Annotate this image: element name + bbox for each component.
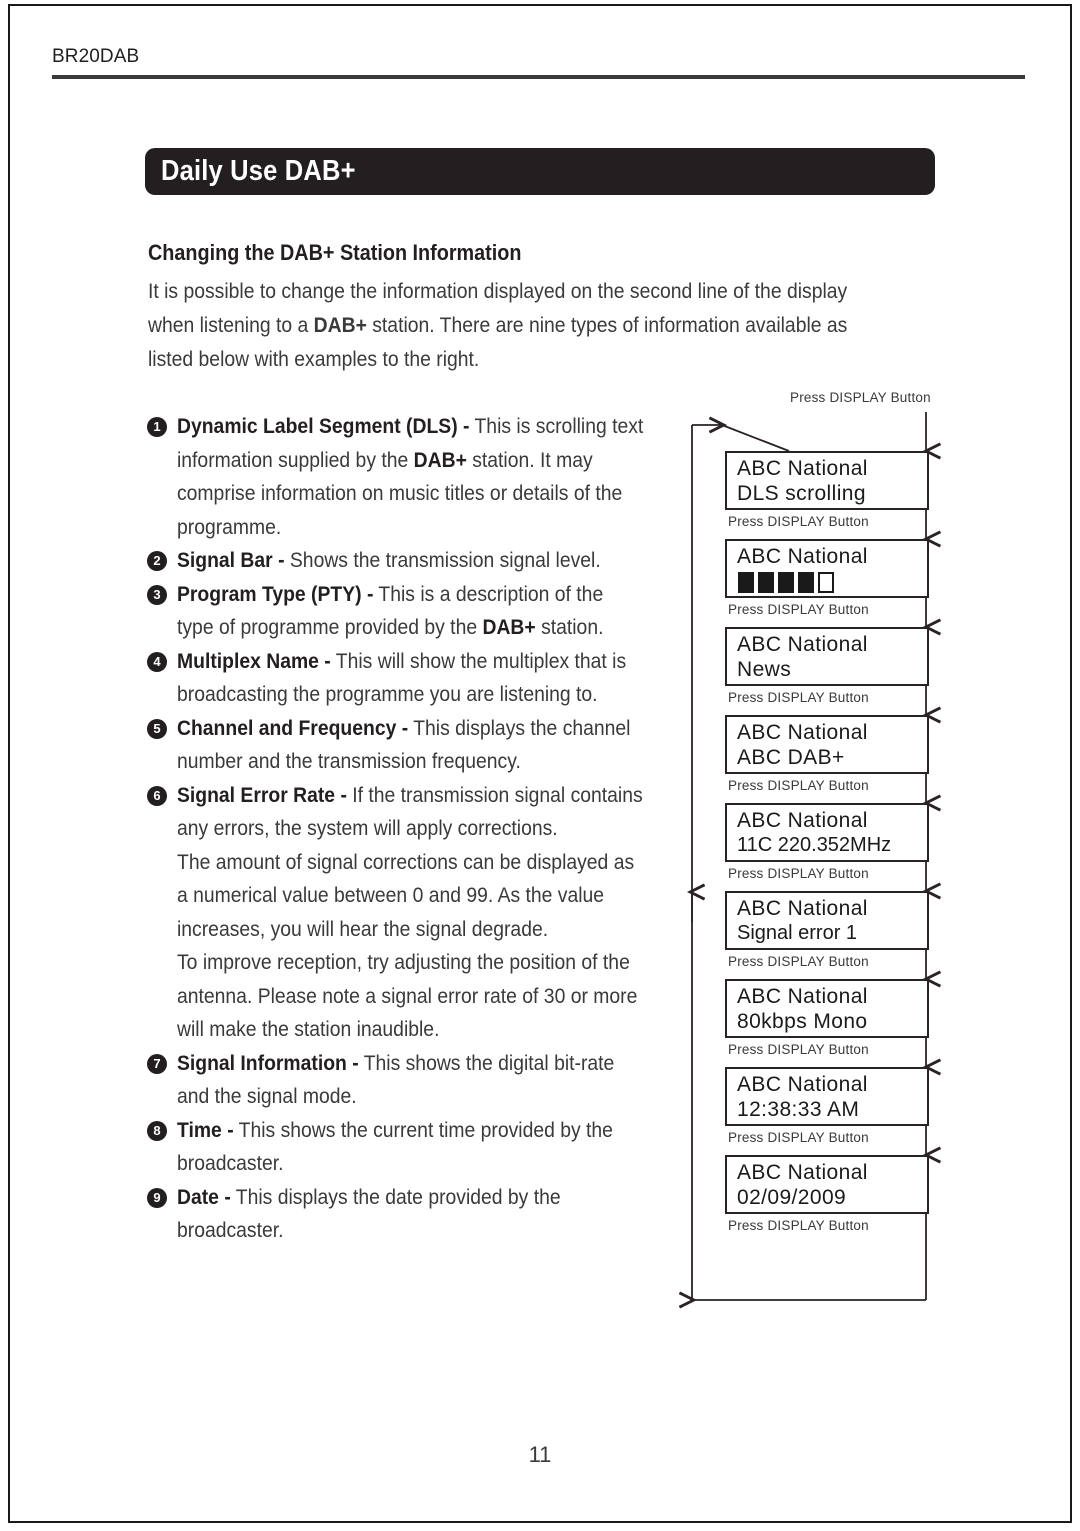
signal-bar-segment: [738, 572, 754, 593]
list-item-line: Date - This displays the date provided b…: [177, 1184, 561, 1209]
lcd-screen: ABC National News: [725, 627, 929, 686]
section-subheading: Changing the DAB+ Station Information: [148, 240, 522, 265]
page-number: 11: [528, 1442, 552, 1467]
list-item: 4 Multiplex Name - This will show the mul…: [145, 645, 690, 712]
list-item-line: number and the transmission frequency.: [177, 749, 521, 773]
list-item-line: increases, you will hear the signal degr…: [177, 916, 549, 941]
list-item-line: Dynamic Label Segment (DLS) - This is sc…: [177, 414, 644, 438]
lcd-screen: ABC National 12:38:33 AM: [725, 1067, 929, 1126]
list-number-badge: 4: [147, 651, 167, 672]
list-item-line: Channel and Frequency - This displays th…: [177, 715, 631, 740]
list-number-badge: 1: [147, 417, 167, 437]
list-item-line: The amount of signal corrections can be …: [177, 849, 635, 874]
list-item-line: Signal Bar - Shows the transmission sign…: [177, 548, 601, 572]
lcd-screen: ABC National 02/09/2009: [725, 1155, 929, 1214]
lcd-line-1: ABC National: [737, 985, 868, 1008]
list-item: 9 Date - This displays the date provided …: [145, 1181, 690, 1248]
intro-paragraph: It is possible to change the information…: [148, 274, 938, 376]
press-display-label: Press DISPLAY Button: [728, 1042, 869, 1057]
lcd-line-2: 02/09/2009: [737, 1186, 847, 1209]
information-type-list: 1 Dynamic Label Segment (DLS) - This is s…: [145, 410, 690, 1248]
press-display-label: Press DISPLAY Button: [790, 390, 931, 405]
header-rule: [52, 75, 1025, 79]
list-number-badge: 6: [147, 785, 167, 806]
press-display-label: Press DISPLAY Button: [728, 778, 869, 793]
list-item: 3 Program Type (PTY) - This is a descript…: [145, 578, 690, 645]
lcd-line-2: News: [737, 658, 792, 681]
list-item-line: comprise information on music titles or …: [177, 481, 623, 505]
list-number-badge: 9: [147, 1187, 167, 1208]
list-number-badge: 7: [147, 1053, 167, 1074]
intro-line: It is possible to change the information…: [148, 279, 848, 303]
lcd-screen: ABC National ABC DAB+: [725, 715, 929, 774]
lcd-screen: ABC National: [725, 539, 929, 598]
manual-page: BR20DAB Daily Use DAB+ Changing the DAB+…: [0, 0, 1080, 1531]
press-display-label: Press DISPLAY Button: [728, 954, 869, 969]
list-item-line: information supplied by the DAB+ station…: [177, 447, 593, 472]
list-item: 5 Channel and Frequency - This displays t…: [145, 712, 690, 779]
lcd-line-1: ABC National: [737, 1161, 868, 1184]
list-item-line: type of programme provided by the DAB+ s…: [177, 615, 604, 639]
list-item: 7 Signal Information - This shows the dig…: [145, 1047, 690, 1114]
lcd-screen: ABC National 11C 220.352MHz: [725, 803, 929, 862]
list-item-line: broadcasting the programme you are liste…: [177, 682, 598, 706]
list-item-line: and the signal mode.: [177, 1084, 357, 1108]
list-item: 1 Dynamic Label Segment (DLS) - This is s…: [145, 410, 690, 544]
list-number-badge: 5: [147, 718, 167, 739]
lcd-screen: ABC National Signal error 1: [725, 891, 929, 950]
list-item-line: Time - This shows the current time provi…: [177, 1117, 613, 1142]
list-item-line: broadcaster.: [177, 1151, 284, 1175]
press-display-label: Press DISPLAY Button: [728, 1218, 869, 1233]
lcd-screen: ABC National 80kbps Mono: [725, 979, 929, 1038]
list-item: 8 Time - This shows the current time prov…: [145, 1114, 690, 1181]
list-item-line: will make the station inaudible.: [177, 1017, 440, 1041]
press-display-label: Press DISPLAY Button: [728, 1130, 869, 1145]
lcd-line-2: ABC DAB+: [737, 746, 845, 769]
list-item-line: Signal Information - This shows the digi…: [177, 1050, 615, 1075]
signal-bar-segment: [778, 572, 794, 593]
lcd-line-1: ABC National: [737, 633, 868, 656]
lcd-line-2: 12:38:33 AM: [737, 1098, 860, 1121]
lcd-line-1: ABC National: [737, 897, 868, 920]
signal-bar-segment: [798, 572, 814, 593]
list-item-line: Signal Error Rate - If the transmission …: [177, 782, 643, 807]
list-number-badge: 3: [147, 584, 167, 605]
list-item-line: broadcaster.: [177, 1218, 284, 1242]
list-item: 6 Signal Error Rate - If the transmission…: [145, 779, 690, 1047]
press-display-label: Press DISPLAY Button: [728, 690, 869, 705]
press-display-label: Press DISPLAY Button: [728, 514, 869, 529]
lcd-line-2: DLS scrolling: [737, 482, 866, 505]
lcd-line-1: ABC National: [737, 457, 868, 480]
lcd-line-2: 80kbps Mono: [737, 1010, 868, 1033]
signal-bar-segment: [818, 572, 834, 593]
list-item-line: a numerical value between 0 and 99. As t…: [177, 883, 605, 907]
list-item-line: Program Type (PTY) - This is a descripti…: [177, 581, 604, 606]
press-display-label: Press DISPLAY Button: [728, 602, 869, 617]
lcd-line-1: ABC National: [737, 1073, 868, 1096]
list-item-line: To improve reception, try adjusting the …: [177, 950, 630, 974]
list-item-line: any errors, the system will apply correc…: [177, 816, 558, 840]
chapter-banner: Daily Use DAB+: [145, 148, 935, 195]
signal-bar-indicator: [738, 572, 834, 593]
intro-line: listed below with examples to the right.: [148, 347, 480, 371]
display-cycle-diagram: Press DISPLAY Button ABC National DLS scro…: [678, 390, 970, 1317]
list-item: 2 Signal Bar - Shows the transmission sig…: [145, 544, 690, 578]
lcd-screen: ABC National DLS scrolling: [725, 451, 929, 510]
chapter-title: Daily Use DAB+: [161, 155, 356, 187]
list-item-line: antenna. Please note a signal error rate…: [177, 983, 638, 1008]
press-display-label: Press DISPLAY Button: [728, 866, 869, 881]
signal-bar-segment: [758, 572, 774, 593]
lcd-line-1: ABC National: [737, 721, 868, 744]
lcd-line-2: Signal error 1: [737, 922, 858, 944]
lcd-line-1: ABC National: [737, 545, 868, 568]
lcd-line-1: ABC National: [737, 809, 868, 832]
list-item-line: programme.: [177, 514, 282, 539]
list-number-badge: 2: [147, 551, 167, 571]
running-header: BR20DAB: [52, 46, 140, 67]
list-number-badge: 8: [147, 1120, 167, 1141]
list-item-line: Multiplex Name - This will show the mult…: [177, 648, 627, 673]
intro-line: when listening to a DAB+ station. There …: [148, 313, 848, 337]
lcd-line-2: 11C 220.352MHz: [737, 834, 892, 856]
